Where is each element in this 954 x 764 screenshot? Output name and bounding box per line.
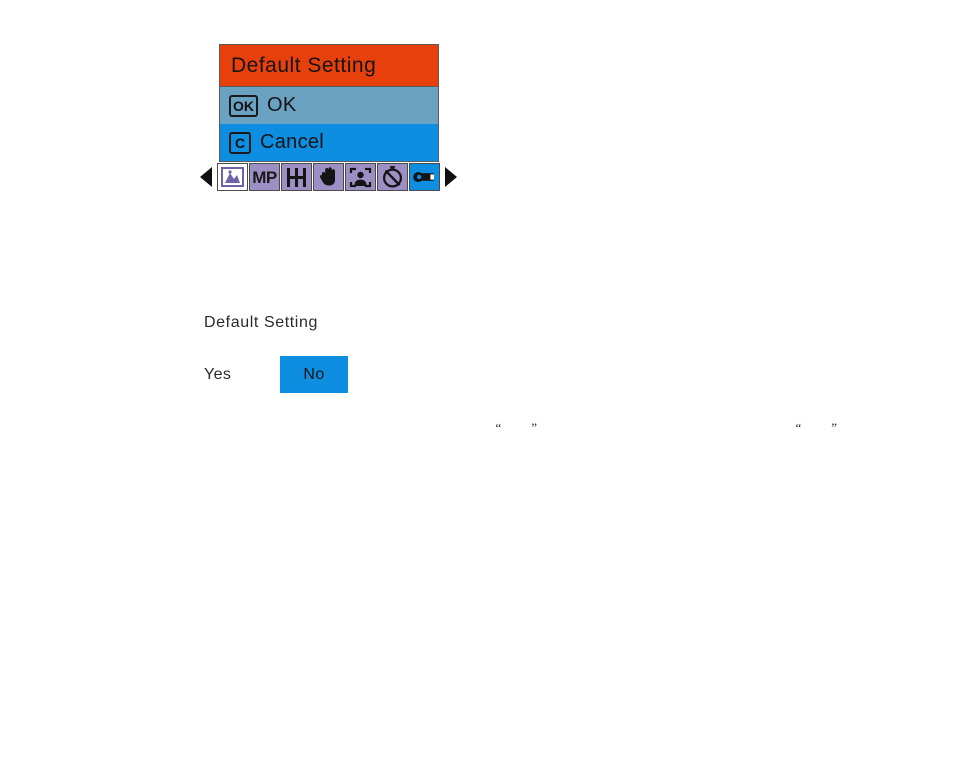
mode-tab-anti-shake[interactable] (313, 163, 344, 191)
mode-icon-bar: MP (199, 163, 461, 191)
scene-mountain-icon (221, 167, 244, 187)
quote-pair-right: “” (789, 404, 838, 436)
default-setting-dialog: Default Setting OK OK C Cancel (219, 44, 439, 162)
mode-tab-resolution[interactable]: MP (249, 163, 280, 191)
confirm-heading: Default Setting (204, 314, 318, 331)
dialog-option-ok-label: OK (267, 94, 297, 116)
setup-wrench-icon (412, 168, 437, 186)
mode-icon-list: MP (217, 163, 440, 191)
mode-tab-self-timer[interactable] (377, 163, 408, 191)
dialog-title: Default Setting (231, 53, 377, 77)
confirm-no-option[interactable]: No (280, 356, 348, 393)
ok-key-badge-icon: OK (229, 94, 258, 117)
self-timer-off-icon (381, 166, 404, 188)
megapixel-icon: MP (252, 167, 277, 187)
anti-shake-hand-icon (318, 166, 340, 188)
quote-close-right: ” (831, 420, 838, 435)
mode-tab-face-detection[interactable] (345, 163, 376, 191)
dialog-option-cancel[interactable]: C Cancel (220, 124, 438, 161)
dialog-title-bar: Default Setting (220, 45, 438, 87)
iso-film-icon (285, 167, 309, 188)
triangle-left-icon[interactable] (199, 166, 214, 188)
face-detection-icon (349, 167, 372, 188)
default-setting-confirm-block: Default Setting Yes No (204, 314, 504, 393)
mode-tab-setup[interactable] (409, 163, 440, 191)
dialog-option-ok[interactable]: OK OK (220, 87, 438, 124)
quote-open-right: “ (795, 420, 802, 435)
confirm-choice-row: Yes No (204, 356, 504, 393)
triangle-right-icon[interactable] (443, 166, 458, 188)
mode-tab-scene[interactable] (217, 163, 248, 191)
confirm-yes-option[interactable]: Yes (204, 366, 280, 384)
c-key-badge-icon: C (229, 131, 251, 154)
quote-pair-left: “” (489, 404, 538, 436)
mode-tab-iso[interactable] (281, 163, 312, 191)
quote-open-left: “ (495, 420, 502, 435)
dialog-option-cancel-label: Cancel (260, 131, 325, 153)
quote-close-left: ” (531, 420, 538, 435)
